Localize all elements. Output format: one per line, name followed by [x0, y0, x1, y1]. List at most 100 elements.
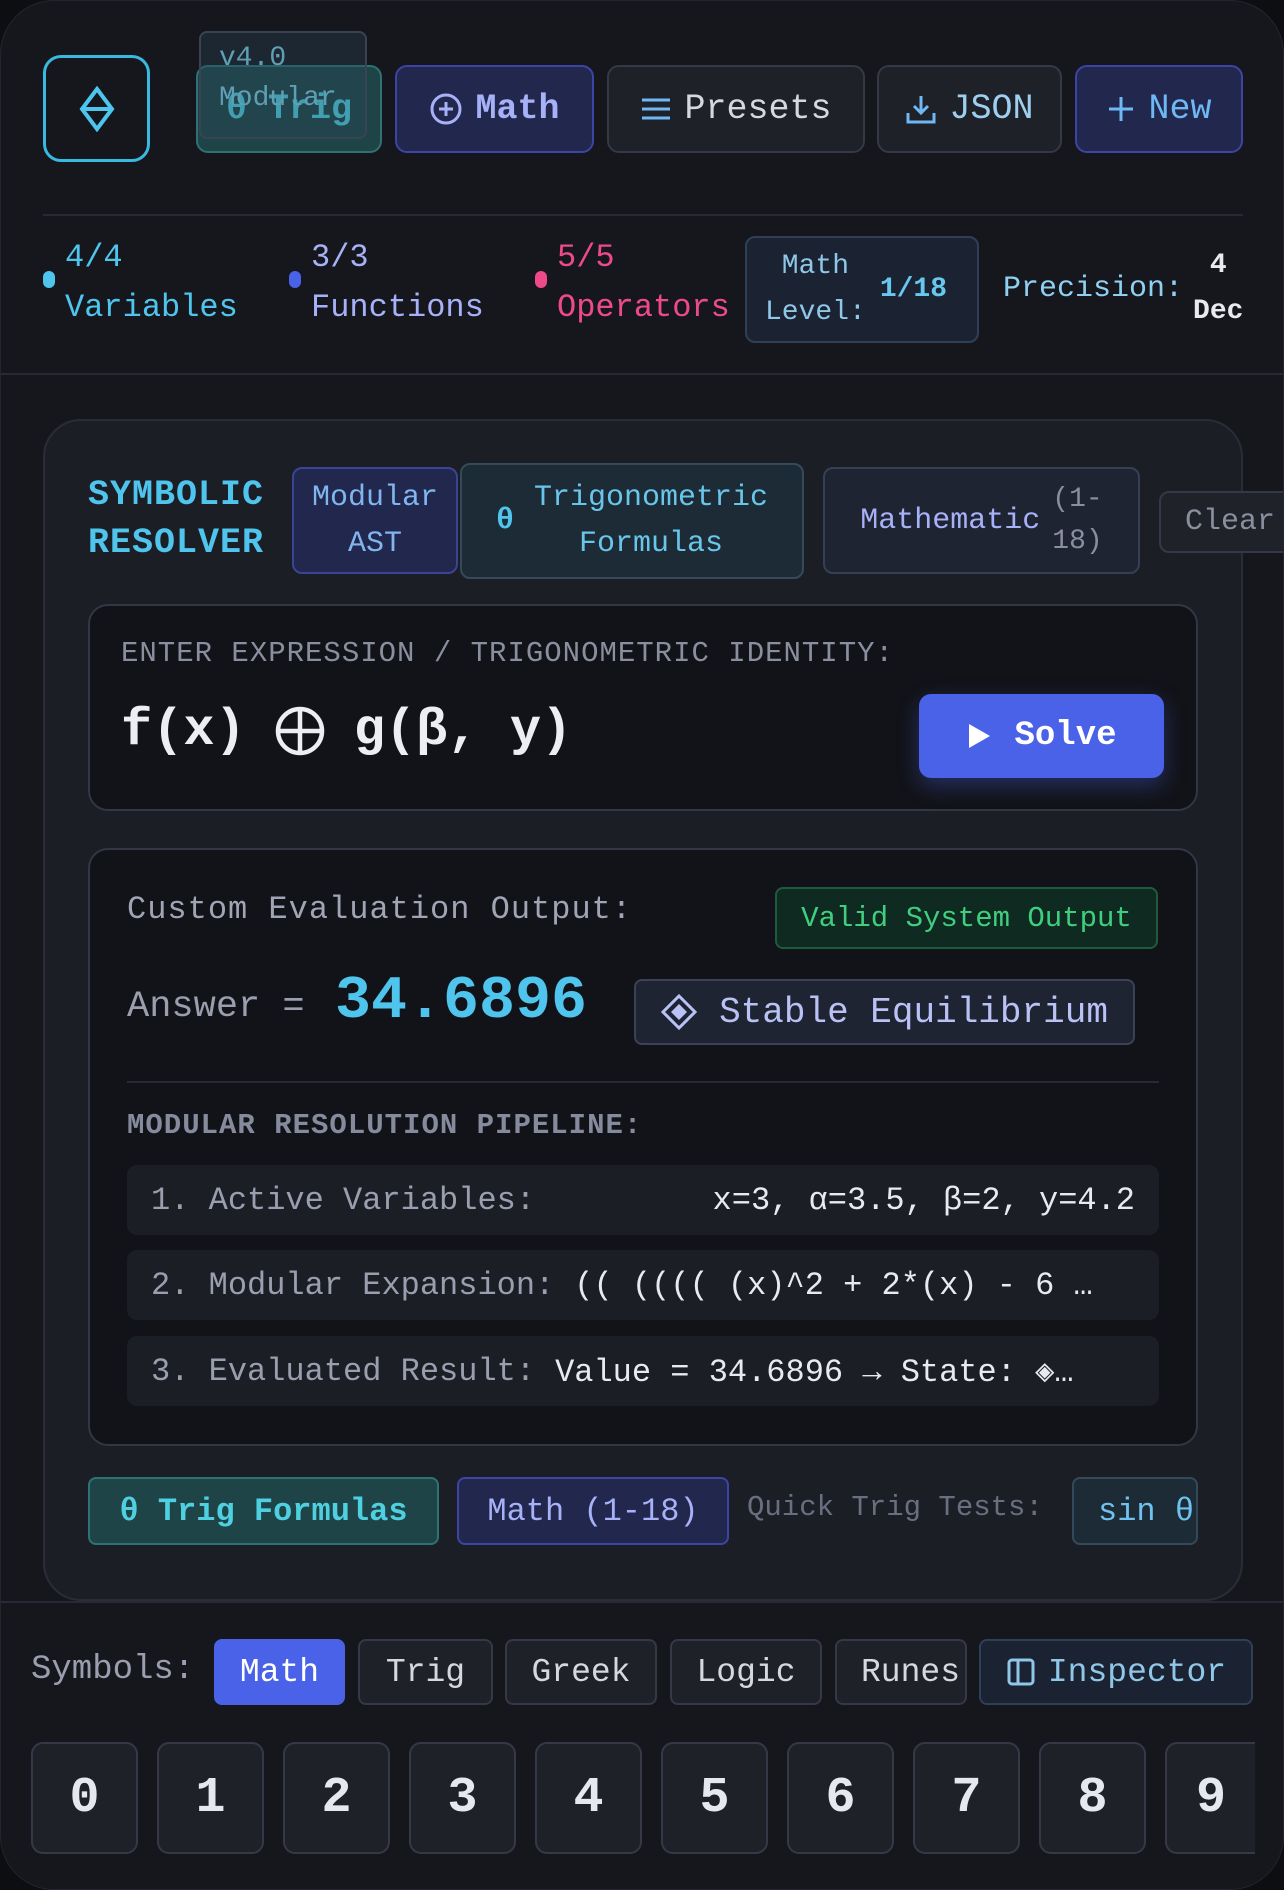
key-9[interactable]: 9 — [1165, 1742, 1255, 1854]
chip-ast-line2: AST — [347, 526, 402, 561]
play-icon — [969, 724, 991, 748]
answer-label: Answer = — [127, 986, 305, 1028]
key-label: 5 — [699, 1769, 730, 1827]
symbol-tab-math[interactable]: Math — [214, 1639, 345, 1705]
clear-button-label: Clear — [1185, 505, 1276, 539]
inspector-button[interactable]: Inspector — [979, 1639, 1253, 1705]
expression-value[interactable]: f(x) g(β, y) — [121, 701, 572, 760]
divider — [127, 1081, 1159, 1083]
stat-functions: 3/3 Functions — [289, 233, 484, 333]
status-badge-label: Valid System Output — [801, 901, 1132, 935]
chip-trig-line2: Formulas — [578, 527, 724, 561]
tab-presets-label: Presets — [684, 89, 832, 129]
symbol-tab-logic[interactable]: Logic — [670, 1639, 822, 1705]
logo-icon — [79, 85, 114, 132]
quick-test-sin[interactable]: sin θ — [1072, 1477, 1198, 1545]
key-label: 3 — [447, 1769, 478, 1827]
chip-math-label: Mathematic — [860, 503, 1041, 538]
math-level-value: 1/18 — [879, 274, 948, 305]
diamond-icon — [661, 994, 698, 1030]
new-button-label: New — [1148, 89, 1212, 129]
solve-button-label: Solve — [1014, 717, 1117, 755]
precision-value-1: 4 — [1209, 250, 1227, 281]
chip-modular-ast[interactable]: Modular AST — [292, 467, 458, 574]
pipeline-step: 2. Modular Expansion: (( (((( (x)^2 + 2*… — [127, 1250, 1159, 1320]
tab-json-label: JSON — [949, 89, 1034, 129]
quick-trig-formulas[interactable]: θ Trig Formulas — [88, 1477, 439, 1545]
resolver-title: SYMBOLIC RESOLVER — [88, 471, 264, 567]
chip-trig-line1: Trigonometric — [533, 481, 769, 515]
tab-math[interactable]: Math — [395, 65, 594, 153]
clear-button[interactable]: Clear — [1159, 491, 1283, 553]
functions-dot — [289, 271, 301, 288]
key-3[interactable]: 3 — [409, 1742, 516, 1854]
tab-json[interactable]: JSON — [877, 65, 1062, 153]
symbols-label: Symbols: — [31, 1651, 195, 1689]
key-label: 0 — [69, 1769, 100, 1827]
math-level-label-2: Level: — [765, 296, 866, 328]
key-4[interactable]: 4 — [535, 1742, 642, 1854]
stat-operators: 5/5 Operators — [535, 233, 730, 333]
theta-icon: θ — [495, 504, 514, 538]
state-badge: Stable Equilibrium — [634, 979, 1135, 1045]
precision-value-2: Dec — [1193, 296, 1244, 327]
key-label: 8 — [1077, 1769, 1108, 1827]
math-level-badge[interactable]: Math Level: 1/18 — [745, 236, 979, 343]
quick-trig-label: θ Trig Formulas — [119, 1492, 408, 1530]
step-key: 1. Active Variables: — [151, 1181, 536, 1219]
key-label: 6 — [825, 1769, 856, 1827]
tab-math-label: Math — [475, 89, 560, 129]
key-2[interactable]: 2 — [283, 1742, 390, 1854]
solve-button[interactable]: Solve — [919, 694, 1164, 778]
chip-mathematic[interactable]: Mathematic (1- 18) — [823, 467, 1140, 574]
symbol-tab-trig[interactable]: Trig — [358, 1639, 493, 1705]
state-label: Stable Equilibrium — [719, 991, 1108, 1033]
operators-count: 5/5 — [557, 239, 615, 276]
operators-label: Operators — [557, 289, 730, 326]
math-level-label-1: Math — [781, 250, 850, 282]
chip-math-range-1: (1- — [1052, 483, 1103, 515]
key-label: 2 — [321, 1769, 352, 1827]
step-key: 3. Evaluated Result: — [151, 1352, 536, 1390]
pipeline-step: 3. Evaluated Result: Value = 34.6896 → S… — [127, 1336, 1159, 1406]
precision-setting[interactable]: Precision: 4 Dec — [1003, 239, 1243, 339]
download-icon — [906, 96, 936, 124]
symbol-tab-label: Math — [239, 1653, 320, 1691]
divider — [43, 214, 1243, 216]
stat-variables: 4/4 Variables — [43, 233, 238, 333]
quick-math-label: Math (1-18) — [487, 1492, 699, 1530]
key-6[interactable]: 6 — [787, 1742, 894, 1854]
symbol-tab-runes[interactable]: Runes — [835, 1639, 967, 1705]
menu-icon — [642, 98, 671, 120]
variables-label: Variables — [65, 289, 238, 326]
key-5[interactable]: 5 — [661, 1742, 768, 1854]
resolver-title-line1: SYMBOLIC — [88, 475, 265, 515]
new-button[interactable]: New — [1075, 65, 1243, 153]
key-8[interactable]: 8 — [1039, 1742, 1146, 1854]
chip-trig-formulas[interactable]: θ Trigonometric Formulas — [460, 463, 804, 579]
circled-plus-icon — [275, 706, 325, 755]
status-badge: Valid System Output — [775, 887, 1158, 949]
version-number: v4.0 — [219, 43, 287, 74]
functions-count: 3/3 — [311, 239, 369, 276]
expression-label: ENTER EXPRESSION / TRIGONOMETRIC IDENTIT… — [121, 637, 894, 670]
key-label: 7 — [951, 1769, 982, 1827]
quick-tests-label: Quick Trig Tests: — [747, 1491, 1043, 1524]
panel-icon — [1007, 1658, 1035, 1686]
key-7[interactable]: 7 — [913, 1742, 1020, 1854]
key-label: 1 — [195, 1769, 226, 1827]
expression-right: g(β, y) — [353, 701, 573, 760]
plus-circle-icon — [430, 93, 462, 125]
quick-math-range[interactable]: Math (1-18) — [457, 1477, 729, 1545]
app-frame: θ Trig v4.0 Modular Math Presets JSON Ne… — [0, 0, 1284, 1890]
key-1[interactable]: 1 — [157, 1742, 264, 1854]
app-logo[interactable] — [43, 55, 150, 162]
divider — [1, 373, 1283, 375]
plus-icon — [1109, 97, 1134, 121]
step-key: 2. Modular Expansion: — [151, 1266, 555, 1304]
symbol-tab-greek[interactable]: Greek — [505, 1639, 657, 1705]
version-sub: Modular — [219, 83, 337, 114]
tab-presets[interactable]: Presets — [607, 65, 865, 153]
symbol-tab-label: Logic — [696, 1653, 796, 1691]
key-0[interactable]: 0 — [31, 1742, 138, 1854]
